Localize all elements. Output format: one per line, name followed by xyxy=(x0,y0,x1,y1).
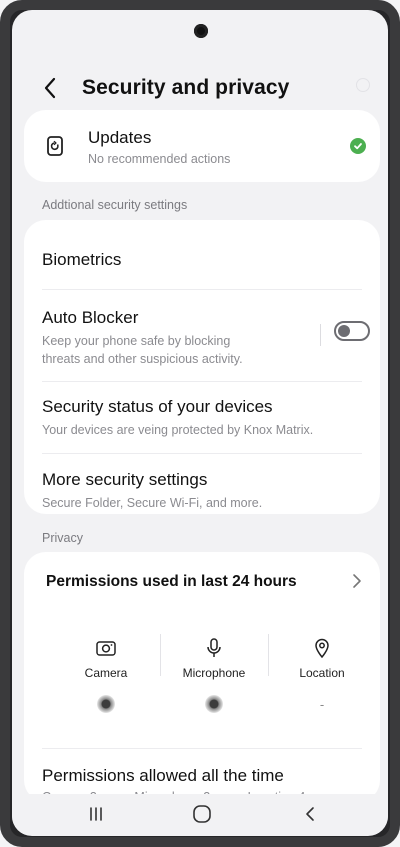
camera-usage-indicator xyxy=(52,694,160,714)
front-camera xyxy=(194,24,208,38)
divider xyxy=(42,289,362,290)
microphone-icon xyxy=(160,636,268,660)
section-label-privacy: Privacy xyxy=(42,531,83,545)
more-security-title: More security settings xyxy=(42,470,208,489)
camera-icon xyxy=(52,636,160,660)
divider xyxy=(42,381,362,382)
usage-dot xyxy=(97,695,115,713)
home-icon[interactable] xyxy=(190,802,214,826)
biometrics-item[interactable]: Biometrics xyxy=(42,250,362,270)
section-label-additional: Addtional security settings xyxy=(42,198,188,212)
security-status-subtitle: Your devices are veing protected by Knox… xyxy=(42,423,314,437)
biometrics-title: Biometrics xyxy=(42,250,122,269)
toggle-separator xyxy=(320,324,321,346)
location-label: Location xyxy=(299,666,345,680)
microphone-label: Microphone xyxy=(182,666,246,680)
more-security-item[interactable]: More security settings Secure Folder, Se… xyxy=(42,470,362,512)
permission-camera[interactable]: Camera xyxy=(52,636,160,714)
auto-blocker-subtitle-line2: threats and other suspicious activity. xyxy=(42,352,243,366)
back-arrow-icon[interactable] xyxy=(38,76,62,100)
updates-card[interactable]: Updates No recommended actions xyxy=(24,110,380,182)
more-security-subtitle: Secure Folder, Secure Wi-Fi, and more. xyxy=(42,496,263,510)
update-icon xyxy=(44,135,66,157)
camera-label: Camera xyxy=(84,666,128,680)
auto-blocker-subtitle: Keep your phone safe by blocking threats… xyxy=(42,332,300,368)
search-icon[interactable] xyxy=(356,78,370,92)
app-header: Security and privacy xyxy=(38,68,378,108)
usage-dot xyxy=(205,695,223,713)
auto-blocker-toggle[interactable] xyxy=(334,321,370,341)
permission-location[interactable]: Location - xyxy=(268,636,376,714)
location-usage-value: - xyxy=(319,696,325,712)
location-icon xyxy=(268,636,376,660)
navigation-bar xyxy=(12,794,388,834)
privacy-card: Permissions used in last 24 hours Camera… xyxy=(24,552,380,804)
permissions-allowed-title: Permissions allowed all the time xyxy=(42,766,284,785)
auto-blocker-subtitle-line1: Keep your phone safe by blocking xyxy=(42,334,231,348)
updates-title: Updates xyxy=(88,128,152,147)
recents-icon[interactable] xyxy=(84,802,108,826)
security-status-item[interactable]: Security status of your devices Your dev… xyxy=(42,397,362,439)
updates-subtitle: No recommended actions xyxy=(88,152,231,166)
security-status-title: Security status of your devices xyxy=(42,397,273,416)
screen: Security and privacy Updates No recommen… xyxy=(12,10,388,836)
check-circle-icon xyxy=(350,138,366,154)
chevron-right-icon[interactable] xyxy=(350,572,364,590)
auto-blocker-title: Auto Blocker xyxy=(42,308,139,327)
divider xyxy=(42,748,362,749)
security-settings-card: Biometrics Auto Blocker Keep your phone … xyxy=(24,220,380,514)
toggle-knob xyxy=(338,325,350,337)
permissions-24h-title[interactable]: Permissions used in last 24 hours xyxy=(46,573,297,591)
microphone-usage-indicator xyxy=(160,694,268,714)
divider xyxy=(42,453,362,454)
page-title: Security and privacy xyxy=(82,76,290,99)
back-nav-icon[interactable] xyxy=(298,802,322,826)
auto-blocker-item[interactable]: Auto Blocker Keep your phone safe by blo… xyxy=(42,308,300,368)
permission-microphone[interactable]: Microphone xyxy=(160,636,268,714)
